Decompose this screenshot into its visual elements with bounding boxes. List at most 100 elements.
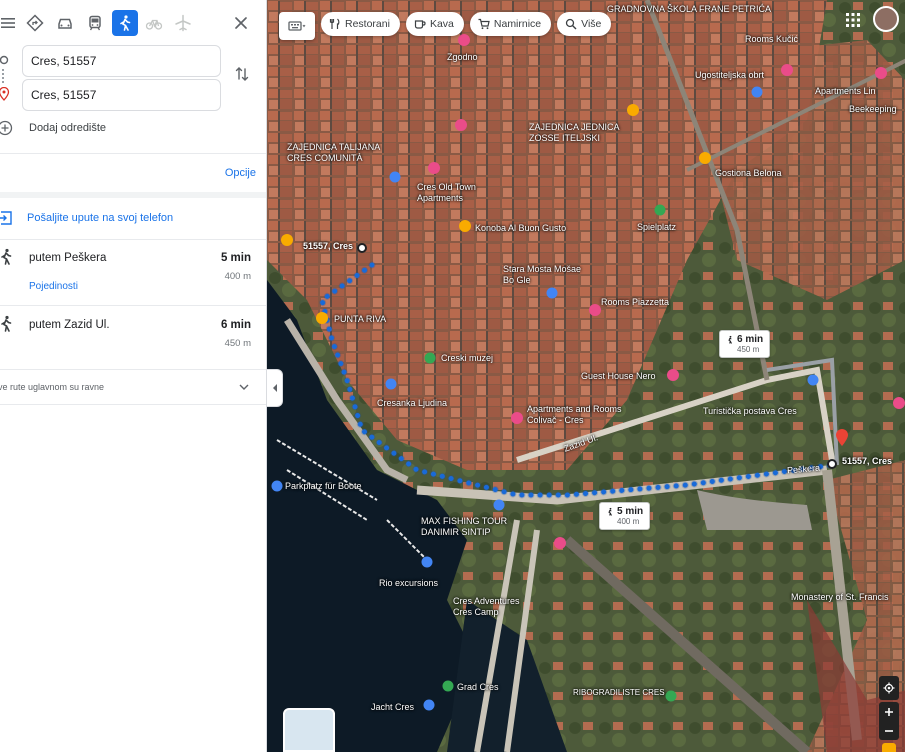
search-icon [566, 18, 577, 30]
avatar[interactable] [873, 6, 899, 32]
tooltip-distance: 400 m [617, 517, 640, 526]
map-label: Monastery of St. Francis [791, 592, 889, 602]
chevron-left-icon [272, 384, 277, 392]
route-time: 5 min [220, 252, 251, 264]
add-circle-icon [0, 120, 13, 136]
route-time-tooltip[interactable]: 5 min 400 m [599, 502, 651, 530]
zoom-out-icon[interactable] [884, 726, 894, 736]
map-label: Konoba Al Buon Gusto [475, 223, 567, 233]
route-note: ve rute uglavnom su ravne [0, 382, 105, 392]
route-note-row[interactable]: ve rute uglavnom su ravne [0, 377, 266, 397]
chip-label: Kava [429, 18, 454, 30]
route-details-link[interactable]: Pojedinosti [29, 281, 78, 292]
swap-icon[interactable] [232, 64, 252, 84]
map-label: Turistička postava Cres [703, 406, 797, 416]
flight-icon[interactable] [171, 11, 195, 35]
add-destination-label: Dodaj odredište [29, 122, 107, 134]
map-label: Grad Cres [457, 682, 499, 692]
map-label: Creski muzej [441, 353, 494, 363]
send-to-phone-icon [0, 211, 12, 225]
tooltip-distance: 450 m [737, 345, 760, 354]
directions-panel: Cres, 51557 Cres, 51557 Dodaj odredište … [0, 0, 267, 752]
map-label: MAX FISHING TOUR DANIMIR SINTIP [421, 516, 508, 537]
map-label: 51557, Cres [303, 241, 354, 251]
map-label: Parkplatz für Boote [285, 481, 362, 491]
transit-icon[interactable] [83, 11, 107, 35]
map-layers-button[interactable] [279, 12, 315, 40]
map-label: Cres Old Town Apartments [417, 182, 476, 203]
route-distance: 450 m [224, 338, 251, 349]
cart-icon [478, 18, 490, 30]
chip-more[interactable]: Više [557, 12, 612, 36]
walking-icon [608, 507, 612, 516]
map-label: Cres Adventures Cres Camp [453, 596, 520, 617]
walking-icon[interactable] [112, 10, 138, 36]
chevron-down-icon [239, 384, 249, 390]
walking-icon [1, 248, 12, 265]
car-icon[interactable] [53, 11, 77, 35]
route-name: putem Zazid Ul. [29, 319, 110, 331]
map-label: Rooms Kučić [745, 34, 799, 44]
keyboard-icon [288, 21, 306, 31]
chip-label: Namirnice [493, 18, 542, 30]
collapse-panel-button[interactable] [267, 369, 283, 407]
divider [0, 369, 266, 370]
route-connector [2, 69, 4, 83]
route-time: 6 min [220, 319, 251, 331]
map-label: Guest House Nero [581, 371, 656, 381]
origin-dot-icon [0, 53, 11, 67]
origin-value: Cres, 51557 [31, 54, 97, 68]
map-category-chips: Restorani Kava Namirnice Više [279, 12, 612, 40]
pegman-icon[interactable] [882, 743, 896, 752]
route-name: putem Peškera [29, 252, 107, 264]
tooltip-time: 5 min [617, 506, 644, 517]
walking-icon [728, 335, 732, 344]
chip-label: Više [581, 18, 602, 30]
map-label: 51557, Cres [842, 456, 893, 466]
divider [0, 153, 266, 154]
map-label: Rooms Piazzetta [601, 297, 670, 307]
map-label: Beekeeping [849, 104, 897, 114]
location-target-icon [883, 682, 895, 694]
route-option[interactable]: putem Peškera 5 min 400 m Pojedinosti [0, 240, 266, 304]
map-label: Ugostiteljska obrt [695, 70, 765, 80]
route-time-tooltip[interactable]: 6 min 450 m [719, 330, 771, 358]
route-distance: 400 m [224, 271, 251, 282]
map-label: Apartments Lin [815, 86, 876, 96]
add-destination-button[interactable]: Dodaj odredište [0, 116, 106, 140]
map-label: Rio excursions [379, 578, 439, 588]
bicycle-icon[interactable] [142, 11, 166, 35]
apps-grid-icon[interactable] [845, 12, 861, 28]
zoom-in-icon[interactable] [884, 707, 894, 717]
map-label: Stara Mosta Mošae Bo Gle [503, 264, 582, 285]
options-button[interactable]: Opcije [225, 167, 256, 179]
chip-groceries[interactable]: Namirnice [469, 12, 552, 36]
divider [0, 404, 266, 405]
layer-thumbnail[interactable] [283, 708, 335, 752]
chip-coffee[interactable]: Kava [405, 12, 464, 36]
menu-icon[interactable] [0, 11, 20, 35]
map-label: GRADNOVNA ŠKOLA FRANE PETRIĆA [607, 4, 772, 14]
divider [0, 305, 266, 306]
destination-pin-icon [0, 87, 11, 101]
origin-input[interactable]: Cres, 51557 [22, 45, 221, 77]
map-label: Cresanka Ljudina [377, 398, 448, 408]
close-icon[interactable] [229, 11, 253, 35]
walking-icon [1, 315, 12, 332]
best-route-icon[interactable] [23, 11, 47, 35]
map-label: PUNTA RIVA [334, 314, 387, 324]
route-option[interactable]: putem Zazid Ul. 6 min 450 m [0, 307, 266, 367]
travel-mode-bar [0, 0, 266, 46]
chip-restaurants[interactable]: Restorani [321, 12, 400, 36]
map-view[interactable]: GRADNOVNA ŠKOLA FRANE PETRIĆA Zgodno Roo… [267, 0, 905, 752]
destination-input[interactable]: Cres, 51557 [22, 79, 221, 111]
my-location-button[interactable] [879, 676, 899, 700]
chip-label: Restorani [345, 18, 390, 30]
divider [0, 192, 266, 198]
send-to-phone-button[interactable]: Pošaljite upute na svoj telefon [0, 206, 173, 230]
map-label: RIBOGRADILISTE CRES [573, 688, 665, 697]
coffee-icon [414, 20, 426, 29]
zoom-controls [879, 702, 899, 740]
map-label: ZAJEDNICA JEDNICA ZOSSE ITELJSKI [529, 122, 620, 143]
map-label: Spielplatz [637, 222, 677, 232]
